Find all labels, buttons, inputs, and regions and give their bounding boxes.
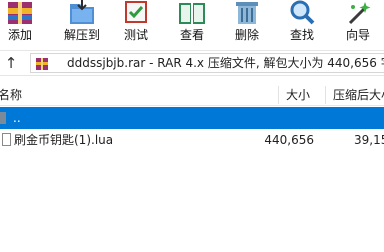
column-packed-header[interactable]: 压缩后大小 xyxy=(333,84,384,106)
view-button[interactable]: 查看 xyxy=(174,0,210,46)
rar-archive-icon xyxy=(35,56,49,70)
parent-folder-name: .. xyxy=(13,111,21,125)
column-name-header[interactable]: 名称 xyxy=(0,84,22,106)
find-button[interactable]: 查找 xyxy=(284,0,320,46)
find-magnifier-icon xyxy=(287,0,317,26)
delete-label: 删除 xyxy=(234,28,259,42)
file-packed-size: 39,15 xyxy=(354,133,384,147)
archive-path-text: dddssjbjb.rar - RAR 4.x 压缩文件, 解包大小为 440,… xyxy=(67,56,384,70)
column-size-header[interactable]: 大小 xyxy=(286,84,310,106)
file-name: 刷金币钥匙(1).lua xyxy=(14,133,114,147)
delete-icon xyxy=(232,0,262,26)
extract-to-icon xyxy=(67,0,97,26)
folder-icon xyxy=(0,112,6,124)
path-field[interactable]: dddssjbjb.rar - RAR 4.x 压缩文件, 解包大小为 440,… xyxy=(30,53,384,73)
column-divider[interactable] xyxy=(278,86,279,104)
toolbar: 添加 解压到 测试 查看 删除 查找 向导 xyxy=(0,0,384,46)
add-label: 添加 xyxy=(7,28,32,42)
test-button[interactable]: 测试 xyxy=(118,0,154,46)
column-header: 名称 大小 压缩后大小 xyxy=(0,84,384,106)
add-button[interactable]: 添加 xyxy=(2,0,38,46)
list-item-file[interactable]: 刷金币钥匙(1).lua 440,656 39,15 xyxy=(0,129,384,151)
file-size: 440,656 xyxy=(264,133,314,147)
wizard-label: 向导 xyxy=(345,28,370,42)
file-icon xyxy=(2,133,11,146)
test-icon xyxy=(121,0,151,26)
list-item-parent-folder[interactable]: .. xyxy=(0,107,384,129)
extract-to-button[interactable]: 解压到 xyxy=(60,0,104,46)
extract-to-label: 解压到 xyxy=(63,28,100,42)
view-label: 查看 xyxy=(179,28,204,42)
add-archive-icon xyxy=(5,0,35,26)
address-bar: ↑ dddssjbjb.rar - RAR 4.x 压缩文件, 解包大小为 44… xyxy=(0,50,384,76)
column-divider[interactable] xyxy=(325,86,326,104)
view-book-icon xyxy=(177,0,207,26)
test-label: 测试 xyxy=(123,28,148,42)
wizard-button[interactable]: 向导 xyxy=(340,0,376,46)
find-label: 查找 xyxy=(289,28,314,42)
up-arrow-icon[interactable]: ↑ xyxy=(2,54,20,72)
delete-button[interactable]: 删除 xyxy=(229,0,265,46)
wizard-wand-icon xyxy=(343,0,373,26)
